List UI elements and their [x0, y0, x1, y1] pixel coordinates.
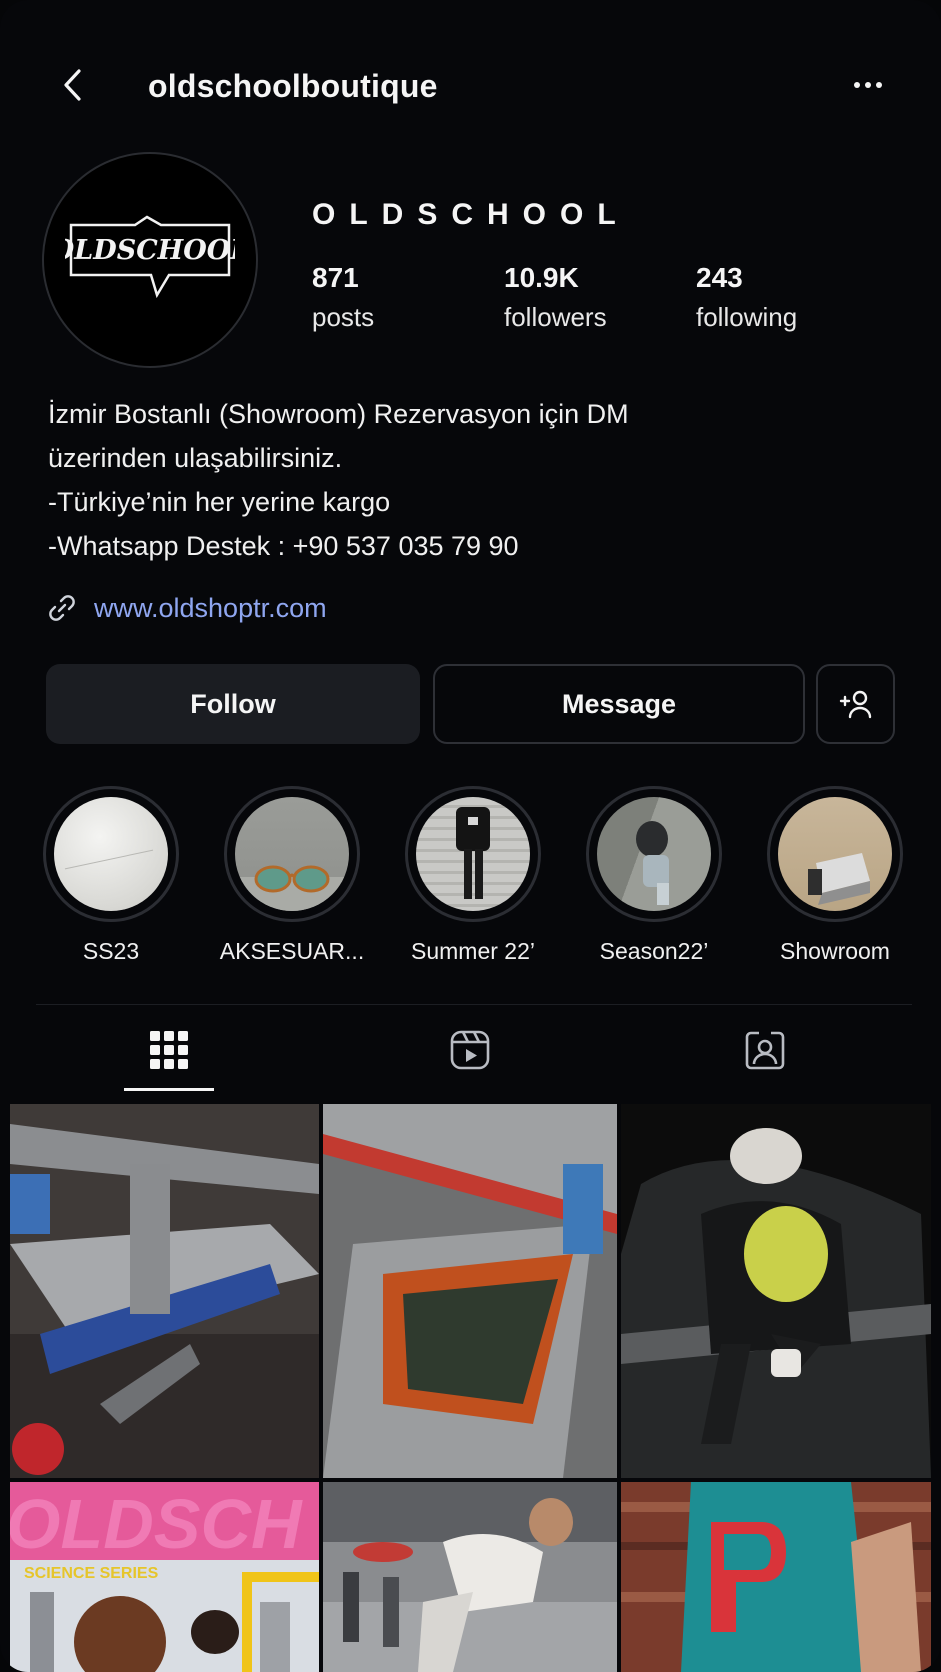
street-skater-image — [323, 1482, 617, 1672]
highlight-thumbnail — [54, 797, 168, 911]
oldschool-poster-image: OLDSCH SCIENCE SERIES — [10, 1482, 319, 1672]
post-thumbnail[interactable] — [323, 1482, 617, 1672]
person-image — [636, 821, 669, 905]
story-highlights: SS23 AKSESUAR... Summer 22’ Season22’ Sh… — [0, 786, 941, 966]
poster-title: OLDSCH — [10, 1485, 303, 1563]
add-person-icon — [839, 690, 871, 719]
stat-posts-value: 871 — [312, 262, 359, 293]
avatar-logo-text: OLDSCHOOL — [65, 235, 235, 266]
grid-icon — [150, 1031, 188, 1069]
post-thumbnail[interactable]: OLDSCH SCIENCE SERIES — [10, 1482, 319, 1672]
reels-icon — [450, 1030, 490, 1070]
highlight-season-22[interactable]: Season22’ — [574, 786, 734, 965]
bio-line: -Türkiye’nin her yerine kargo — [48, 487, 391, 517]
screen-printing-machine-image — [10, 1104, 319, 1478]
top-bar: oldschoolboutique — [0, 40, 941, 130]
stat-following[interactable]: 243 following — [696, 262, 797, 333]
profile-website-link[interactable]: www.oldshoptr.com — [46, 592, 327, 624]
highlight-ring — [405, 786, 541, 922]
tab-reels[interactable] — [410, 1005, 530, 1095]
message-button[interactable]: Message — [433, 664, 805, 744]
highlight-aksesuar[interactable]: AKSESUAR... — [212, 786, 372, 965]
highlight-ring — [586, 786, 722, 922]
active-tab-indicator — [124, 1088, 214, 1091]
highlight-label: Season22’ — [599, 938, 709, 964]
jersey-image — [621, 1482, 931, 1672]
tagged-person-icon — [745, 1031, 785, 1070]
sunglasses-image — [235, 865, 349, 911]
poster-subtitle: SCIENCE SERIES — [24, 1565, 159, 1582]
person-image — [456, 807, 490, 899]
suggested-accounts-button[interactable] — [816, 664, 895, 744]
stat-posts: 871 posts — [312, 262, 374, 333]
profile-display-name: OLDSCHOOL — [312, 198, 630, 231]
stat-followers[interactable]: 10.9K followers — [504, 262, 607, 333]
profile-tabs — [0, 1005, 941, 1095]
highlight-label: Showroom — [780, 938, 890, 964]
highlight-ring — [224, 786, 360, 922]
highlight-ring — [43, 786, 179, 922]
highlight-label: AKSESUAR... — [219, 938, 365, 964]
follow-button[interactable]: Follow — [46, 664, 420, 744]
stat-followers-value: 10.9K — [504, 262, 579, 293]
more-horizontal-icon — [854, 82, 882, 88]
highlight-showroom[interactable]: Showroom — [755, 786, 915, 965]
highlight-label: SS23 — [82, 938, 140, 964]
profile-bio: İzmir Bostanlı (Showroom) Rezervasyon iç… — [48, 392, 908, 568]
bag-image — [808, 853, 870, 905]
stat-following-value: 243 — [696, 262, 743, 293]
bio-line: -Whatsapp Destek : +90 537 035 79 90 — [48, 531, 519, 561]
post-thumbnail[interactable] — [323, 1104, 617, 1478]
post-thumbnail[interactable] — [10, 1104, 319, 1478]
back-button[interactable] — [50, 62, 96, 108]
profile-screen: oldschoolboutique OLDSCHOOL OLDSCHOOL 87… — [0, 0, 941, 1672]
highlight-thumbnail — [597, 797, 711, 911]
highlight-thumbnail — [416, 797, 530, 911]
highlight-ss23[interactable]: SS23 — [31, 786, 191, 965]
model-hoodie-image — [621, 1104, 931, 1478]
stat-followers-label: followers — [504, 302, 607, 332]
tab-tagged[interactable] — [705, 1005, 825, 1095]
stat-posts-label: posts — [312, 302, 375, 332]
screen-printing-frame-image — [323, 1104, 617, 1478]
highlight-thumbnail — [778, 797, 892, 911]
oldschool-logo: OLDSCHOOL — [65, 215, 235, 299]
post-thumbnail[interactable] — [621, 1104, 931, 1478]
bio-line: İzmir Bostanlı (Showroom) Rezervasyon iç… — [48, 399, 629, 429]
profile-avatar[interactable]: OLDSCHOOL — [42, 152, 258, 368]
bio-line: üzerinden ulaşabilirsiniz. — [48, 443, 343, 473]
tab-posts-grid[interactable] — [109, 1005, 229, 1095]
stat-following-label: following — [696, 302, 798, 332]
website-link-text: www.oldshoptr.com — [94, 592, 327, 623]
chevron-left-icon — [64, 69, 81, 101]
profile-username: oldschoolboutique — [148, 68, 438, 104]
highlight-thumbnail — [235, 797, 349, 911]
highlight-label: Summer 22’ — [411, 938, 535, 964]
more-options-button[interactable] — [845, 62, 891, 108]
highlight-summer-22[interactable]: Summer 22’ — [393, 786, 553, 965]
highlight-ring — [767, 786, 903, 922]
link-icon — [49, 595, 75, 621]
post-thumbnail[interactable] — [621, 1482, 931, 1672]
